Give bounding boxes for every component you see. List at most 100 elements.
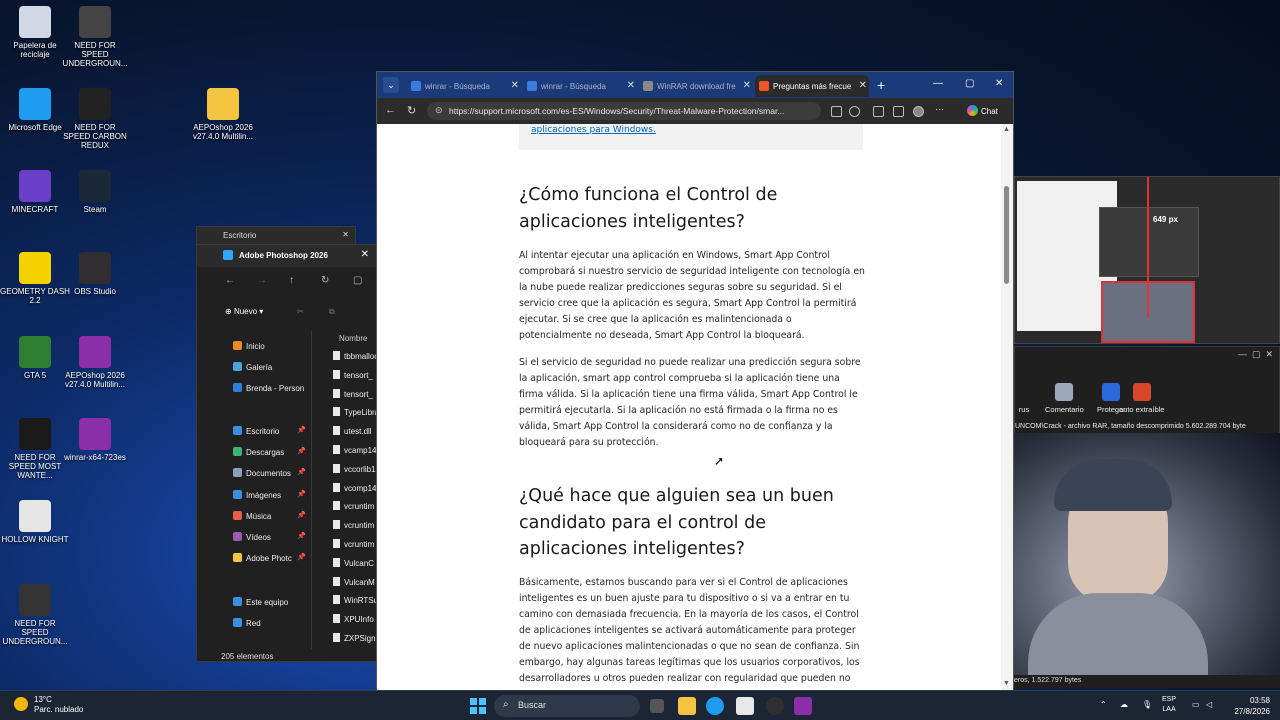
browser-tab[interactable]: WinRAR download fre ✕ [639, 75, 753, 97]
close-icon[interactable]: ✕ [743, 80, 751, 91]
scroll-up-icon[interactable]: ▲ [1003, 126, 1010, 133]
desktop-icon[interactable]: Steam [60, 170, 130, 214]
sidebar-item[interactable]: Inicio [233, 341, 265, 355]
reader-mode-icon[interactable] [831, 106, 842, 117]
site-info-icon[interactable]: ⊝ [435, 105, 443, 116]
close-icon[interactable]: ✕ [511, 80, 519, 91]
desktop-icon[interactable]: NEED FOR SPEED UNDERGROUN... [60, 6, 130, 68]
new-button[interactable]: ⊕ Nuevo ▾ [225, 307, 263, 316]
network-icon[interactable]: ▭ [1192, 700, 1200, 709]
file-row[interactable]: tbbmalloc [333, 351, 378, 365]
store-taskbar-icon[interactable] [736, 697, 754, 715]
sidebar-item[interactable]: Red [233, 618, 261, 632]
file-row[interactable]: TypeLibra [333, 407, 379, 421]
file-row[interactable]: vccorlib1 [333, 463, 376, 478]
system-clock[interactable]: 03:58 27/8/2026 [1220, 695, 1270, 717]
sidebar-item[interactable]: Descargas 📌 [233, 447, 306, 461]
taskbar-search[interactable]: ⌕ Buscar [494, 695, 640, 717]
desktop-icon[interactable]: winrar-x64-723es [60, 418, 130, 462]
file-row[interactable]: ZXPSignL [333, 633, 380, 647]
tray-overflow-icon[interactable]: ⌃ [1100, 700, 1107, 709]
desktop-icon[interactable]: AEPOshop 2026 v27.4.0 Multilin... [60, 336, 130, 389]
sidebar-item[interactable]: Adobe Photc 📌 [233, 553, 306, 567]
file-row[interactable]: VulcanM [333, 576, 375, 591]
browser-tab[interactable]: Preguntas más frecue ✕ [755, 75, 869, 97]
sidebar-item[interactable]: Este equipo [233, 597, 288, 611]
microphone-icon[interactable]: 🎙 [1142, 700, 1152, 709]
new-tab-button[interactable]: + [877, 77, 885, 93]
favorites-icon[interactable] [893, 106, 904, 117]
close-icon[interactable]: ✕ [995, 78, 1003, 89]
copy-icon[interactable]: ⧉ [329, 307, 335, 317]
more-menu-icon[interactable]: ⋯ [935, 104, 946, 115]
sidebar-item[interactable]: Escritorio 📌 [233, 426, 306, 440]
file-row[interactable]: XPUInfo [333, 614, 374, 628]
browser-tab[interactable]: winrar - Búsqueda ✕ [407, 75, 521, 97]
clock-time: 03:58 [1249, 696, 1270, 705]
task-view-icon[interactable] [650, 699, 664, 713]
close-icon[interactable]: ✕ [859, 80, 867, 91]
close-icon[interactable]: ✕ [627, 80, 635, 91]
up-arrow-icon[interactable]: ↑ [289, 275, 294, 286]
onedrive-icon[interactable]: ☁ [1120, 700, 1128, 709]
file-row[interactable]: VulcanC [333, 557, 374, 572]
file-row[interactable]: tensort_ [333, 388, 373, 403]
sidebar-item[interactable]: Documentos 📌 [233, 468, 306, 482]
refresh-icon[interactable]: ↻ [321, 275, 329, 286]
desktop-icon[interactable]: OBS Studio [60, 252, 130, 296]
page-scrollbar[interactable]: ▲ ▼ [1001, 124, 1013, 691]
favorite-star-icon[interactable] [849, 106, 860, 117]
sidebar-item[interactable]: Galería [233, 362, 272, 376]
scrollbar-thumb[interactable] [1004, 186, 1009, 284]
explorer-back-window-tab[interactable]: Escritorio ✕ [196, 226, 356, 246]
weather-widget[interactable]: 13°C Parc. nublado [14, 695, 83, 715]
close-icon[interactable]: ✕ [342, 230, 349, 239]
close-icon[interactable]: ✕ [361, 249, 369, 260]
view-icon[interactable]: ▢ [353, 275, 362, 286]
edge-taskbar-icon[interactable] [706, 697, 724, 715]
back-arrow-icon[interactable]: ← [385, 104, 396, 116]
tab-actions-icon[interactable]: ⌄ [383, 77, 399, 93]
file-row[interactable]: tensort_ [333, 369, 373, 384]
file-row[interactable]: vcruntim [333, 501, 374, 515]
windows-start-icon[interactable] [470, 698, 486, 714]
profile-avatar-icon[interactable] [913, 106, 924, 117]
scroll-down-icon[interactable]: ▼ [1003, 680, 1010, 687]
desktop-icon[interactable]: AEPOshop 2026 v27.4.0 Multilin... [188, 88, 258, 141]
minimize-icon[interactable]: — [933, 78, 943, 89]
winrar-toolbar-button[interactable]: Comentario [1045, 383, 1084, 414]
back-arrow-icon[interactable]: ← [225, 275, 235, 286]
file-explorer-taskbar-icon[interactable] [678, 697, 696, 715]
winrar-toolbar-button[interactable]: auto extraíble [1119, 383, 1164, 414]
note-link[interactable]: aplicaciones para Windows. [531, 125, 656, 135]
sidebar-item[interactable]: Música 📌 [233, 511, 306, 525]
file-row[interactable]: vcruntim [333, 539, 374, 553]
forward-arrow-icon[interactable]: → [257, 275, 267, 286]
browser-tab[interactable]: winrar - Búsqueda ✕ [523, 75, 637, 97]
volume-icon[interactable]: ◁ [1206, 700, 1212, 709]
sidebar-item[interactable]: Vídeos 📌 [233, 532, 306, 546]
cut-icon[interactable]: ✂ [297, 307, 304, 316]
file-row[interactable]: WinRTSu [333, 595, 378, 609]
winrar-taskbar-icon[interactable] [794, 697, 812, 715]
desktop-icon[interactable]: NEED FOR SPEED UNDERGROUN... [0, 584, 70, 646]
desktop-icon[interactable]: NEED FOR SPEED CARBON REDUX [60, 88, 130, 150]
sidebar-item[interactable]: Imágenes 📌 [233, 490, 306, 504]
winrar-icon [79, 336, 111, 368]
explorer-toolbar: ⊕ Nuevo ▾ ✂ ⧉ [197, 303, 377, 325]
file-row[interactable]: vcomp14 [333, 482, 376, 497]
refresh-icon[interactable]: ↻ [407, 104, 416, 117]
sidebar-item[interactable]: Brenda - Person [233, 383, 304, 397]
extension-icon[interactable] [873, 106, 884, 117]
language-indicator[interactable]: ESP LAA [1162, 695, 1176, 715]
winrar-toolbar-button[interactable]: rus [1015, 383, 1033, 414]
file-row[interactable]: utest.dll [333, 426, 372, 440]
file-row[interactable]: vcamp14 [333, 445, 376, 459]
column-header-name[interactable]: Nombre [339, 334, 367, 343]
file-row[interactable]: vcruntim [333, 520, 374, 534]
url-field[interactable]: ⊝ https://support.microsoft.com/es-ES/Wi… [427, 102, 821, 120]
maximize-icon[interactable]: ▢ [965, 78, 974, 89]
copilot-chat-button[interactable]: Chat [967, 105, 998, 116]
obs-taskbar-icon[interactable] [766, 697, 784, 715]
desktop-icon[interactable]: HOLLOW KNIGHT [0, 500, 70, 544]
